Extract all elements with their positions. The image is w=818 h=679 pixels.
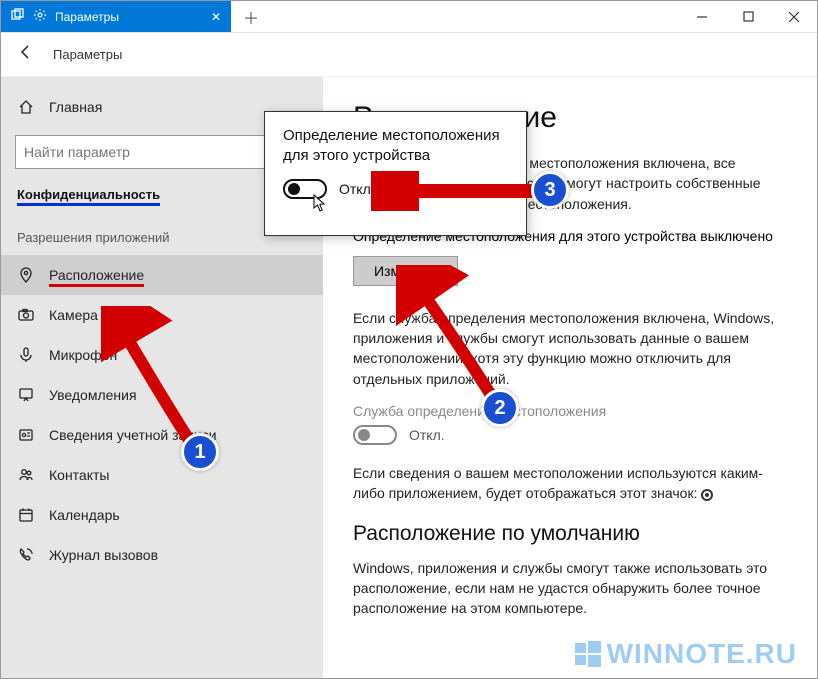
sidebar-item-location[interactable]: Расположение (1, 255, 323, 295)
annotation-badge-3: 3 (531, 171, 569, 209)
sidebar-item-calls[interactable]: Журнал вызовов (1, 535, 323, 575)
sidebar-item-label: Календарь (49, 507, 120, 523)
sidebar-item-label: Расположение (49, 267, 144, 283)
multitask-icon (11, 8, 25, 25)
new-tab-button[interactable]: ＋ (231, 1, 271, 32)
camera-icon (17, 307, 35, 323)
popup-toggle-state: Откл. (339, 181, 375, 197)
toggle-switch-icon (353, 425, 397, 445)
default-location-heading: Расположение по умолчанию (353, 522, 787, 546)
sidebar-item-label: Контакты (49, 467, 109, 483)
tab-close-icon[interactable]: ✕ (211, 10, 221, 24)
calendar-icon (17, 507, 35, 523)
page-breadcrumb: Параметры (53, 47, 122, 62)
popup-title: Определение местоположения для этого уст… (283, 126, 508, 165)
header-toolbar: Параметры (1, 33, 817, 77)
account-icon (17, 427, 35, 443)
sidebar-home-label: Главная (49, 99, 102, 115)
mic-icon (17, 347, 35, 363)
window-controls (679, 1, 817, 32)
windows-logo-icon (575, 641, 601, 667)
location-indicator-icon (701, 489, 713, 501)
sidebar-item-label: Камера (49, 307, 98, 323)
location-icon (17, 267, 35, 283)
notif-icon (17, 387, 35, 403)
search-field[interactable] (24, 144, 284, 160)
annotation-badge-1: 1 (181, 433, 219, 471)
annotation-arrow-3 (371, 171, 551, 211)
back-button[interactable] (17, 43, 35, 66)
default-location-paragraph: Windows, приложения и службы смогут такж… (353, 558, 787, 619)
close-button[interactable] (771, 1, 817, 32)
sidebar-item-calendar[interactable]: Календарь (1, 495, 323, 535)
annotation-badge-2: 2 (481, 389, 519, 427)
titlebar: Параметры ✕ ＋ (1, 1, 817, 33)
service-toggle[interactable]: Откл. (353, 425, 787, 445)
watermark: WINNOTE.RU (575, 638, 797, 670)
cursor-icon (313, 194, 329, 215)
maximize-button[interactable] (725, 1, 771, 32)
contacts-icon (17, 467, 35, 483)
calls-icon (17, 547, 35, 563)
icon-usage-paragraph: Если сведения о вашем местоположении исп… (353, 463, 787, 504)
tab-title: Параметры (55, 10, 119, 24)
gear-icon (33, 8, 47, 25)
home-icon (17, 99, 35, 115)
minimize-button[interactable] (679, 1, 725, 32)
browser-tab[interactable]: Параметры ✕ (1, 1, 231, 32)
sidebar-item-label: Журнал вызовов (49, 547, 158, 563)
service-toggle-state: Откл. (409, 427, 445, 443)
